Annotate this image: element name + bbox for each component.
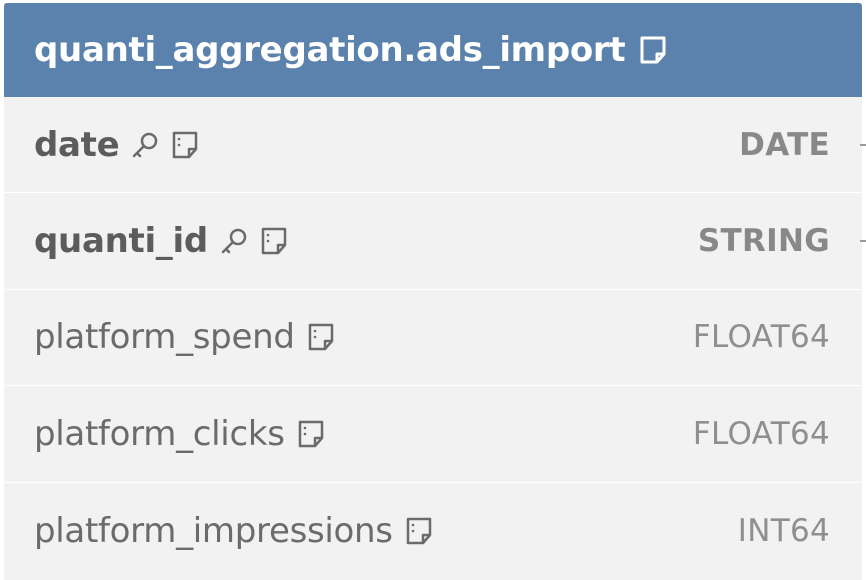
field-type: FLOAT64 <box>692 319 830 356</box>
note-icon[interactable] <box>637 34 669 66</box>
relation-connector <box>860 143 866 146</box>
field-row-date[interactable]: date DATE <box>4 97 866 194</box>
note-icon[interactable] <box>169 129 201 161</box>
note-icon[interactable] <box>403 515 435 547</box>
note-icon[interactable] <box>295 418 327 450</box>
relation-connector <box>860 240 866 243</box>
field-row-quanti-id[interactable]: quanti_id STRING <box>4 193 866 290</box>
field-name: platform_clicks <box>34 413 285 454</box>
field-name: date <box>34 124 120 165</box>
table-title: quanti_aggregation.ads_import <box>34 30 626 70</box>
note-icon[interactable] <box>258 225 290 257</box>
table-header[interactable]: quanti_aggregation.ads_import <box>4 3 862 97</box>
field-type: STRING <box>697 223 830 260</box>
field-row-platform-impressions[interactable]: platform_impressions INT64 <box>4 483 862 579</box>
field-list: date DATE quanti_id STRING platform_spen… <box>4 97 866 579</box>
key-icon <box>129 129 161 161</box>
field-name: quanti_id <box>34 221 208 262</box>
field-row-platform-spend[interactable]: platform_spend FLOAT64 <box>4 290 862 387</box>
key-icon <box>218 225 250 257</box>
field-type: DATE <box>739 126 830 163</box>
field-name: platform_spend <box>34 317 295 358</box>
field-type: FLOAT64 <box>692 415 830 452</box>
field-row-platform-clicks[interactable]: platform_clicks FLOAT64 <box>4 386 862 483</box>
table-card[interactable]: quanti_aggregation.ads_import date DATE … <box>4 3 866 580</box>
field-name: platform_impressions <box>34 510 393 551</box>
note-icon[interactable] <box>305 321 337 353</box>
field-type: INT64 <box>737 512 830 549</box>
